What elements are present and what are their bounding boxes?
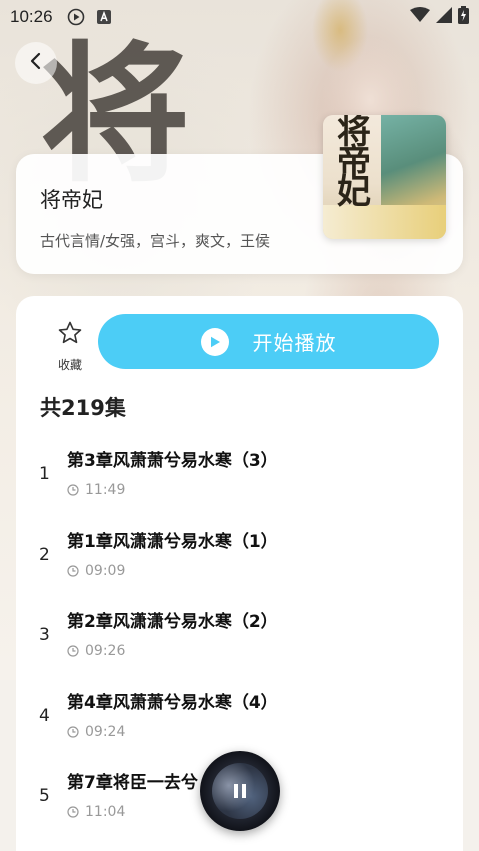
episode-index: 5 [39,786,50,806]
play-circle-icon [67,8,85,26]
episode-item[interactable]: 1 第3章风萧萧兮易水寒（3） 11:49 [16,442,463,523]
status-right-icons [410,5,469,29]
episode-index: 2 [39,544,50,565]
episode-index: 4 [39,705,50,726]
episode-title: 第4章风萧萧兮易水寒（4） [67,692,278,713]
episode-item[interactable]: 2 第1章风潇潇兮易水寒（1） 09:09 [16,523,463,604]
episode-duration-row: 09:09 [67,563,125,579]
episode-duration: 11:04 [85,804,126,820]
episode-index: 3 [39,625,50,645]
back-button[interactable] [15,42,57,84]
battery-charging-icon [458,5,469,29]
play-all-label: 开始播放 [252,331,337,355]
episode-duration: 11:49 [85,482,126,498]
cover-title: 将帝妃 [337,115,371,212]
play-all-button[interactable]: 开始播放 [98,314,439,369]
book-cover[interactable]: 将帝妃 [323,115,446,239]
clock-icon [67,806,79,818]
chevron-left-icon [26,51,46,75]
clock-icon [67,484,79,496]
wifi-icon [410,6,430,28]
text-a-icon [95,8,113,26]
episode-item[interactable]: 3 第2章风潇潇兮易水寒（2） 09:26 [16,603,463,684]
status-bar: 10:26 [0,0,479,34]
play-icon [200,327,229,356]
episode-duration-row: 11:49 [67,482,125,498]
episode-duration: 09:26 [85,643,126,659]
clock-icon [67,564,79,577]
pause-icon[interactable] [234,784,246,798]
episode-count: 共219集 [40,396,126,420]
episode-title: 第3章风萧萧兮易水寒（3） [67,451,278,471]
episode-duration: 09:24 [85,723,126,740]
collect-label: 收藏 [57,358,82,372]
episode-duration: 09:09 [85,562,126,579]
episode-duration-row: 11:04 [67,804,125,820]
status-time: 10:26 [10,7,53,26]
signal-icon [436,6,452,28]
book-title: 将帝妃 [40,188,103,212]
episode-duration-row: 09:24 [67,724,125,740]
episode-duration-row: 09:26 [67,643,125,659]
clock-icon [67,645,79,657]
episode-title: 第2章风潇潇兮易水寒（2） [67,612,278,632]
mini-player[interactable] [200,751,280,831]
star-icon [57,320,83,350]
episode-index: 1 [39,464,50,484]
clock-icon [67,725,79,738]
collect-button[interactable]: 收藏 [54,320,86,373]
episode-title: 第1章风潇潇兮易水寒（1） [67,531,278,552]
book-tags: 古代言情/女强，宫斗，爽文，王侯 [40,232,271,250]
